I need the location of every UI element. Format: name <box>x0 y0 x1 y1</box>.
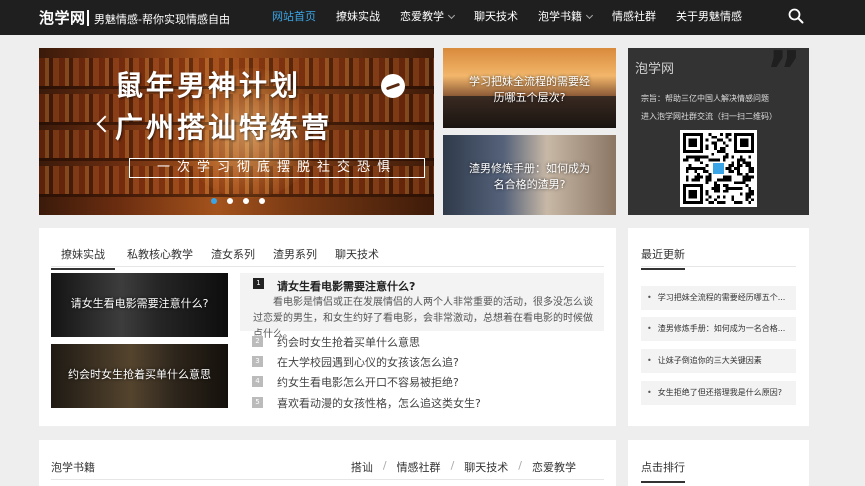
link-separator: / <box>382 459 387 472</box>
nav-item-label: 恋爱教学 <box>400 10 444 23</box>
list-item-text[interactable]: 约会时女生抢着买单什么意思 <box>277 334 420 350</box>
qr-card-title: 泡学网 <box>635 62 675 77</box>
latest-item[interactable]: 学习把妹全流程的需要经历哪五个... <box>641 286 796 310</box>
tabs-divider <box>51 266 604 267</box>
latest-panel: 最近更新 学习把妹全流程的需要经历哪五个... 渣男修炼手册：如何成为一名合格.… <box>628 228 809 426</box>
list-item-text[interactable]: 在大学校园遇到心仪的女孩该怎么追? <box>277 354 459 370</box>
latest-item[interactable]: 渣男修炼手册：如何成为一名合格... <box>641 317 796 341</box>
carousel-title-line1: 鼠年男神计划 <box>115 69 302 102</box>
thumb-caption: 请女生看电影需要注意什么? <box>70 297 209 310</box>
carousel-title-line2: 广州搭讪特练营 <box>115 111 333 144</box>
nav-item[interactable]: 关于男魅情感 <box>666 0 752 35</box>
nav-item-label: 情感社群 <box>612 10 656 23</box>
feature-tile[interactable]: 渣男修炼手册：如何成为名合格的渣男? <box>443 135 616 215</box>
search-icon[interactable] <box>788 8 804 24</box>
rank-number: 2 <box>252 336 263 347</box>
feature-tile[interactable]: 学习把妹全流程的需要经历哪五个层次? <box>443 48 616 128</box>
quote-icon: ” <box>766 40 802 103</box>
rank-number: 1 <box>253 278 264 289</box>
thumb-caption: 约会时女生抢着买单什么意思 <box>68 368 211 381</box>
chevron-down-icon <box>447 11 456 20</box>
carousel-dots <box>211 198 275 204</box>
category-panel: 撩妹实战 私教核心教学 渣女系列 渣男系列 聊天技术 请女生看电影需要注意什么? 约会时… <box>39 228 616 426</box>
nav-item[interactable]: 网站首页 <box>262 0 326 35</box>
site-logo[interactable]: 泡学网 <box>39 7 86 28</box>
logo-divider <box>87 10 89 26</box>
carousel-dot[interactable] <box>211 198 217 204</box>
carousel-badge-icon <box>381 74 405 98</box>
nav-item[interactable]: 聊天技术 <box>464 0 528 35</box>
hero-carousel[interactable]: 鼠年男神计划 广州搭讪特练营 一次学习彻底摆脱社交恐惧 <box>39 48 434 215</box>
nav-item[interactable]: 泡学书籍 <box>528 0 602 35</box>
books-link[interactable]: 恋爱教学 <box>532 459 576 475</box>
rank-panel: 点击排行 <box>628 440 809 486</box>
books-link[interactable]: 聊天技术 <box>464 459 508 475</box>
qr-card-join: 进入泡学网社群交流（扫一扫二维码） <box>641 112 777 121</box>
latest-divider <box>641 266 796 267</box>
article-thumb[interactable]: 请女生看电影需要注意什么? <box>51 273 228 337</box>
books-panel: 泡学书籍 搭讪 / 情感社群 / 聊天技术 / 恋爱教学 <box>39 440 616 486</box>
qr-card-mission: 宗旨：帮助三亿中国人解决情感问题 <box>641 94 769 103</box>
books-title: 泡学书籍 <box>51 461 95 474</box>
latest-item[interactable]: 女生拒绝了但还搭理我是什么原因? <box>641 381 796 405</box>
article-thumb[interactable]: 约会时女生抢着买单什么意思 <box>51 344 228 408</box>
qr-code <box>680 130 757 207</box>
latest-item[interactable]: 让妹子倒追你的三大关键因素 <box>641 349 796 373</box>
carousel-subtitle: 一次学习彻底摆脱社交恐惧 <box>129 158 425 178</box>
link-separator: / <box>450 459 455 472</box>
top-header: 泡学网 男魅情感-帮你实现情感自由 网站首页 撩妹实战 恋爱教学 聊天技术 泡学书籍 情感… <box>0 0 865 35</box>
featured-article[interactable]: 1 请女生看电影需要注意什么? 看电影是情侣或正在发展情侣的人两个人非常重要的活… <box>240 273 604 340</box>
carousel-dot[interactable] <box>227 198 233 204</box>
books-divider <box>51 479 604 480</box>
list-item-text[interactable]: 喜欢看动漫的女孩性格，怎么追这类女生? <box>277 395 481 411</box>
nav-item[interactable]: 恋爱教学 <box>390 0 464 35</box>
books-link[interactable]: 搭讪 <box>351 459 373 475</box>
carousel-dot[interactable] <box>259 198 265 204</box>
nav-item-label: 网站首页 <box>272 10 316 23</box>
qr-card: 泡学网 ” 宗旨：帮助三亿中国人解决情感问题 进入泡学网社群交流（扫一扫二维码） <box>628 42 809 215</box>
site-slogan: 男魅情感-帮你实现情感自由 <box>94 13 230 26</box>
rank-number: 5 <box>252 397 263 408</box>
featured-title[interactable]: 请女生看电影需要注意什么? <box>277 278 415 294</box>
nav-item-label: 撩妹实战 <box>336 10 380 23</box>
main-nav: 网站首页 撩妹实战 恋爱教学 聊天技术 泡学书籍 情感社群 关于男魅情感 <box>262 0 752 35</box>
books-link[interactable]: 情感社群 <box>397 459 441 475</box>
rank-number: 3 <box>252 356 263 367</box>
books-links: 搭讪 / 情感社群 / 聊天技术 / 恋爱教学 <box>351 459 576 475</box>
nav-item-label: 聊天技术 <box>474 10 518 23</box>
nav-item[interactable]: 情感社群 <box>602 0 666 35</box>
nav-item-label: 泡学书籍 <box>538 10 582 23</box>
tile-caption: 学习把妹全流程的需要经历哪五个层次? <box>469 75 590 104</box>
tile-caption: 渣男修炼手册：如何成为名合格的渣男? <box>469 162 590 191</box>
carousel-dot[interactable] <box>243 198 249 204</box>
nav-item-label: 关于男魅情感 <box>676 10 742 23</box>
link-separator: / <box>518 459 522 472</box>
nav-item[interactable]: 撩妹实战 <box>326 0 390 35</box>
rank-title: 点击排行 <box>641 459 685 483</box>
list-item-text[interactable]: 约女生看电影怎么开口不容易被拒绝? <box>277 374 459 390</box>
rank-number: 4 <box>252 376 263 387</box>
chevron-down-icon <box>585 11 594 20</box>
